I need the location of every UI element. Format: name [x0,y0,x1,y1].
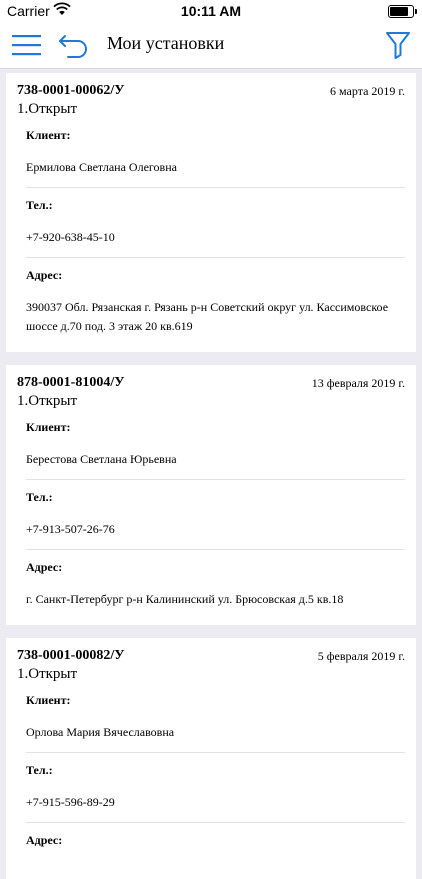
client-name: Орлова Мария Вячеславовна [26,725,175,739]
clock: 10:11 AM [180,3,242,19]
client-name: Ермилова Светлана Олеговна [26,160,177,174]
order-status: 1.Открыт [17,393,78,409]
phone-label: Тел.: [26,763,53,777]
order-card[interactable]: 878-0001-81004/У 13 февраля 2019 г. 1.От… [6,365,416,625]
client-field: Клиент: Берестова Светлана Юрьевна [26,410,405,480]
client-label: Клиент: [26,128,71,142]
phone-number[interactable]: +7-920-638-45-10 [26,228,405,247]
phone-field: Тел.: +7-920-638-45-10 [26,188,405,258]
page-title: Мои установки [107,33,225,53]
undo-arrow-icon[interactable] [58,32,90,58]
phone-number[interactable]: +7-913-507-26-76 [26,520,405,539]
battery-icon [388,5,417,18]
phone-label: Тел.: [26,198,53,212]
hamburger-menu-icon[interactable] [12,32,42,58]
address-field: Адрес: г. Санкт-Петербург р-н Калинински… [26,550,405,619]
navigation-bar: Мои установки [0,24,422,69]
order-date: 5 февраля 2019 г. [317,649,405,663]
address-field: Адрес: [26,823,405,873]
funnel-icon[interactable] [386,31,410,59]
phone-field: Тел.: +7-915-596-89-29 [26,753,405,823]
address-field: Адрес: 390037 Обл. Рязанская г. Рязань р… [26,258,405,346]
address-text: г. Санкт-Петербург р-н Калининский ул. Б… [26,592,344,606]
client-field: Клиент: Ермилова Светлана Олеговна [26,118,405,188]
client-label: Клиент: [26,420,71,434]
phone-label: Тел.: [26,490,53,504]
order-date: 6 марта 2019 г. [330,84,405,98]
phone-number[interactable]: +7-915-596-89-29 [26,793,405,812]
orders-list: 738-0001-00062/У 6 марта 2019 г. 1.Откры… [0,69,422,879]
address-label: Адрес: [26,833,63,847]
order-status: 1.Открыт [17,666,78,682]
address-label: Адрес: [26,560,63,574]
order-card[interactable]: 738-0001-00082/У 5 февраля 2019 г. 1.Отк… [6,638,416,879]
address-text: 390037 Обл. Рязанская г. Рязань р-н Сове… [26,300,389,333]
client-label: Клиент: [26,693,71,707]
client-name: Берестова Светлана Юрьевна [26,452,177,466]
phone-field: Тел.: +7-913-507-26-76 [26,480,405,550]
status-bar: Carrier 10:11 AM [0,0,422,24]
client-field: Клиент: Орлова Мария Вячеславовна [26,683,405,753]
order-date: 13 февраля 2019 г. [311,376,405,390]
order-card[interactable]: 738-0001-00062/У 6 марта 2019 г. 1.Откры… [6,73,416,352]
order-status: 1.Открыт [17,101,78,117]
address-label: Адрес: [26,268,63,282]
